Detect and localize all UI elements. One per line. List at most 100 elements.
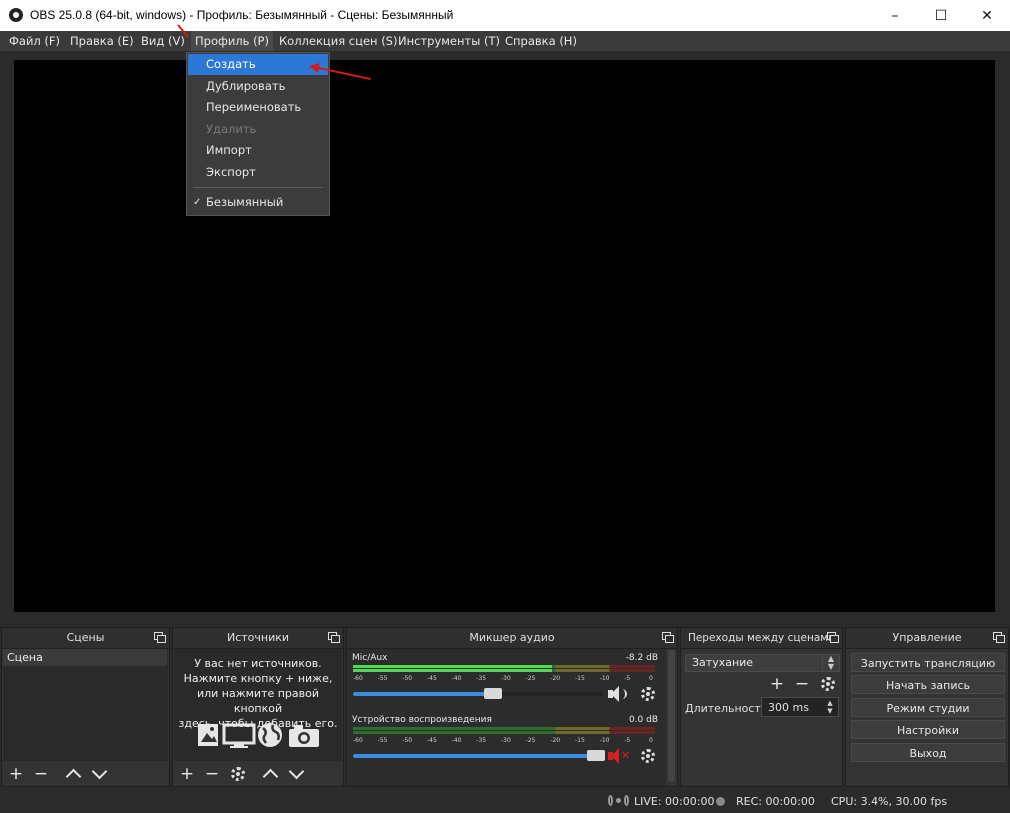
mixer-scrollbar[interactable] [668, 650, 675, 782]
minimize-button[interactable]: – [872, 0, 918, 31]
meter-fill [353, 669, 553, 672]
scale-label: -40 [451, 675, 462, 682]
transitions-title-text: Переходы между сценами [687, 632, 836, 644]
duration-value: 300 ms [768, 701, 809, 714]
float-dock-icon[interactable] [154, 632, 166, 643]
menu-help[interactable]: Справка (H) [505, 34, 577, 48]
meter-scale: -60 -55 -50 -45 -40 -35 -30 -25 -20 -15 -10 -5 0 [353, 675, 657, 683]
remove-source-button[interactable]: − [202, 764, 222, 784]
channel-db: -8.2 dB [625, 653, 658, 663]
float-dock-icon[interactable] [328, 632, 340, 643]
no-sources-hint: У вас нет источников. Нажмите кнопку + н… [173, 656, 343, 731]
gear-icon[interactable] [821, 677, 835, 691]
speaker-muted-icon[interactable]: ✕ [606, 748, 630, 764]
broadcast-icon [608, 794, 630, 808]
scale-label: -45 [427, 675, 437, 682]
close-button[interactable]: ✕ [964, 0, 1010, 31]
move-down-icon[interactable] [91, 763, 108, 780]
menu-tools[interactable]: Инструменты (T) [398, 34, 500, 48]
volume-slider[interactable] [353, 750, 605, 761]
scale-label: -50 [402, 675, 413, 682]
menu-bar: Файл (F) Правка (E) Вид (V) Профиль (P) … [0, 31, 1010, 51]
spin-arrows-icon[interactable]: ▲ ▼ [823, 699, 837, 715]
scale-label: -25 [525, 737, 536, 744]
scale-label: -55 [377, 675, 388, 682]
start-streaming-button[interactable]: Запустить трансляцию [851, 653, 1005, 672]
scale-label: -10 [599, 675, 610, 682]
scale-label: -60 [353, 737, 363, 744]
globe-icon [258, 723, 282, 747]
record-dot-icon [716, 797, 725, 806]
scale-label: -10 [599, 737, 610, 744]
scenes-title-text: Сцены [66, 631, 105, 644]
profile-menu-create[interactable]: Создать [188, 54, 328, 75]
scale-label: -40 [451, 737, 462, 744]
gear-icon[interactable] [641, 749, 655, 763]
source-type-icons [197, 722, 321, 748]
scale-label: -35 [476, 675, 487, 682]
studio-mode-button[interactable]: Режим студии [851, 698, 1005, 717]
scale-label: -25 [525, 675, 536, 682]
scale-label: -35 [476, 737, 487, 744]
add-transition-button[interactable]: + [767, 674, 787, 694]
menu-scene-collection[interactable]: Коллекция сцен (S) [279, 34, 397, 48]
profile-menu-export[interactable]: Экспорт [188, 162, 328, 183]
scale-label: -55 [377, 737, 388, 744]
add-source-button[interactable]: + [177, 764, 197, 784]
scale-label: -5 [624, 675, 631, 682]
scale-label: -20 [550, 675, 561, 682]
list-item[interactable]: Сцена [3, 649, 167, 666]
menu-edit[interactable]: Правка (E) [70, 34, 134, 48]
checkmark-icon: ✓ [193, 197, 202, 208]
scale-label: 0 [649, 675, 653, 682]
mixer-title: Микшер аудио [347, 628, 677, 649]
gear-icon[interactable] [231, 767, 245, 781]
move-up-icon[interactable] [65, 768, 82, 785]
profile-menu-import[interactable]: Импорт [188, 140, 328, 161]
obs-logo-icon [9, 8, 23, 22]
gear-icon[interactable] [641, 687, 655, 701]
scale-label: -15 [575, 737, 585, 744]
menu-view[interactable]: Вид (V) [141, 34, 185, 48]
float-dock-icon[interactable] [662, 632, 674, 643]
float-dock-icon[interactable] [827, 632, 839, 643]
controls-dock: Управление Запустить трансляцию Начать з… [845, 627, 1009, 787]
profile-name: Безымянный [206, 195, 284, 209]
maximize-button[interactable]: ☐ [918, 0, 964, 31]
mixer-title-text: Микшер аудио [469, 631, 555, 644]
profile-menu-profile-unnamed[interactable]: ✓ Безымянный [188, 192, 328, 213]
volume-meter [353, 665, 655, 673]
remove-scene-button[interactable]: − [31, 764, 51, 784]
status-bar: LIVE: 00:00:00 REC: 00:00:00 CPU: 3.4%, … [0, 789, 1010, 813]
start-recording-button[interactable]: Начать запись [851, 675, 1005, 694]
scenes-list[interactable]: Сцена [3, 649, 168, 761]
scale-label: -30 [501, 675, 511, 682]
settings-button[interactable]: Настройки [851, 720, 1005, 739]
scale-label: -20 [550, 737, 561, 744]
duration-spinbox[interactable]: 300 ms ▲ ▼ [761, 697, 839, 717]
duration-label: Длительность [685, 702, 768, 715]
remove-transition-button[interactable]: − [792, 674, 812, 694]
channel-name: Mic/Aux [352, 653, 388, 663]
move-up-icon[interactable] [262, 768, 279, 785]
menu-profile[interactable]: Профиль (P) [191, 31, 273, 51]
add-scene-button[interactable]: + [6, 764, 26, 784]
live-timer: LIVE: 00:00:00 [634, 795, 715, 808]
menu-file[interactable]: Файл (F) [9, 34, 60, 48]
exit-button[interactable]: Выход [851, 743, 1005, 762]
transitions-dock: Переходы между сценами Затухание ▲ ▼ + − … [680, 627, 843, 787]
speaker-icon[interactable] [606, 686, 628, 702]
scale-label: -30 [501, 737, 511, 744]
transition-select[interactable]: Затухание ▲ ▼ [685, 654, 840, 672]
cpu-stats: CPU: 3.4%, 30.00 fps [831, 795, 948, 808]
profile-menu-rename[interactable]: Переименовать [188, 97, 328, 118]
float-dock-icon[interactable] [993, 632, 1005, 643]
program-preview[interactable] [14, 60, 995, 612]
profile-menu-duplicate[interactable]: Дублировать [188, 76, 328, 97]
profile-menu: Создать Дублировать Переименовать Удалит… [186, 52, 330, 216]
source-icons-svg [198, 723, 319, 748]
volume-slider[interactable] [353, 688, 603, 699]
scale-label: -15 [575, 675, 585, 682]
move-down-icon[interactable] [288, 763, 305, 780]
controls-title: Управление [846, 628, 1008, 649]
